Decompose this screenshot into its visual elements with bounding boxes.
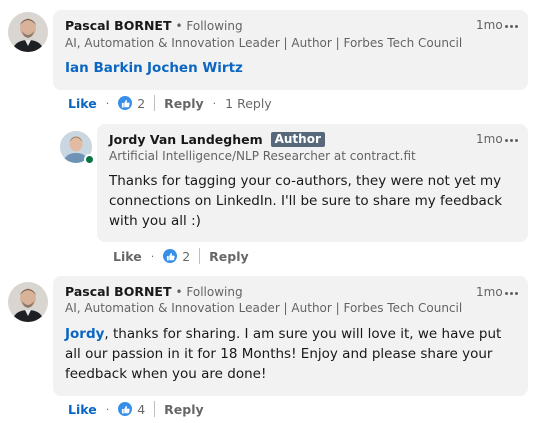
like-button[interactable]: Like bbox=[68, 96, 97, 111]
comment-text-body: , thanks for sharing. I am sure you will… bbox=[65, 326, 502, 382]
like-thumb-icon bbox=[118, 402, 133, 416]
reaction-count: 2 bbox=[182, 248, 191, 264]
divider bbox=[199, 248, 201, 264]
comment-timestamp: 1mo bbox=[476, 132, 503, 146]
reply-button[interactable]: Reply bbox=[164, 402, 203, 417]
comment-text: Thanks for tagging your co-authors, they… bbox=[109, 173, 503, 229]
like-thumb-icon bbox=[118, 96, 133, 110]
like-button[interactable]: Like bbox=[113, 249, 142, 264]
separator-dot: · bbox=[105, 402, 110, 416]
reaction-summary[interactable]: 2 bbox=[118, 96, 145, 111]
divider bbox=[154, 401, 156, 417]
comment-author[interactable]: Pascal BORNET bbox=[65, 18, 172, 33]
divider bbox=[154, 95, 156, 111]
author-headline: AI, Automation & Innovation Leader | Aut… bbox=[65, 36, 465, 50]
comment-actions: Like · 2 Reply · 1 Reply bbox=[68, 93, 272, 113]
avatar[interactable] bbox=[8, 12, 48, 52]
comment-author[interactable]: Jordy Van Landeghem bbox=[109, 132, 263, 147]
reaction-count: 4 bbox=[137, 401, 146, 417]
comment-text: Ian Barkin Jochen Wirtz bbox=[65, 58, 243, 78]
comment-actions: Like · 4 Reply bbox=[68, 399, 204, 419]
comment-timestamp: 1mo bbox=[476, 18, 503, 32]
reply-button[interactable]: Reply bbox=[209, 249, 248, 264]
comment-text: Jordy, thanks for sharing. I am sure you… bbox=[65, 324, 517, 384]
mention-link[interactable]: Jordy bbox=[65, 326, 104, 342]
following-status: • Following bbox=[175, 285, 243, 299]
reply-button[interactable]: Reply bbox=[164, 96, 203, 111]
mention-link[interactable]: Ian Barkin bbox=[65, 60, 143, 76]
like-button[interactable]: Like bbox=[68, 402, 97, 417]
separator-dot: · bbox=[212, 96, 217, 110]
reaction-summary[interactable]: 4 bbox=[118, 402, 145, 417]
replies-count-link[interactable]: 1 Reply bbox=[225, 96, 272, 111]
separator-dot: · bbox=[150, 249, 155, 263]
separator-dot: · bbox=[105, 96, 110, 110]
more-options-icon[interactable] bbox=[503, 18, 519, 34]
online-status-indicator bbox=[84, 154, 95, 165]
following-status: • Following bbox=[175, 19, 243, 33]
comment-actions: Like · 2 Reply bbox=[113, 246, 249, 266]
author-headline: AI, Automation & Innovation Leader | Aut… bbox=[65, 301, 465, 315]
reaction-summary[interactable]: 2 bbox=[163, 249, 190, 264]
more-options-icon[interactable] bbox=[503, 132, 519, 148]
reaction-count: 2 bbox=[137, 95, 146, 111]
comment-timestamp: 1mo bbox=[476, 285, 503, 299]
author-badge: Author bbox=[270, 132, 325, 147]
mention-link[interactable]: Jochen Wirtz bbox=[147, 60, 243, 76]
more-options-icon[interactable] bbox=[503, 285, 519, 301]
comment-author[interactable]: Pascal BORNET bbox=[65, 284, 172, 299]
like-thumb-icon bbox=[163, 249, 178, 263]
author-headline: Artificial Intelligence/NLP Researcher a… bbox=[109, 149, 416, 163]
avatar[interactable] bbox=[8, 282, 48, 322]
